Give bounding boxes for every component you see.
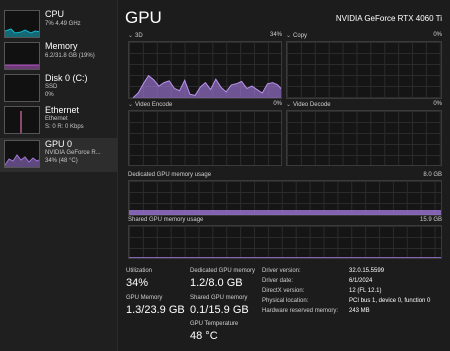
sidebar-item-detail: S: 0 R: 0 Kbps [45,124,84,130]
gpu-memory-label: GPU Memory [126,295,163,301]
sidebar-item-label: GPU 0 [45,139,73,149]
graph-label-shared: Shared GPU memory usage [128,217,204,223]
graph-label-decode[interactable]: ⌄ Video Decode [286,101,331,108]
chevron-down-icon[interactable]: ⌄ [286,102,291,108]
graph-decode-plot [287,111,442,166]
dedicated-memory-value: 1.2/8.0 GB [190,277,243,289]
graph-value-3d: 34% [269,32,282,38]
driver-version-label: Driver version: [262,268,301,274]
memory-thumbnail-graph [4,42,40,70]
graph-value-copy: 0% [433,32,442,38]
cpu-thumbnail-graph [4,10,40,38]
gpu-thumbnail-graph [4,140,40,168]
physical-location-value: PCI bus 1, device 0, function 0 [349,298,431,304]
graph-shared-memory [128,225,442,259]
dedicated-memory-label: Dedicated GPU memory [190,268,256,274]
chevron-down-icon[interactable]: ⌄ [286,33,291,39]
directx-version-label: DirectX version: [262,288,305,294]
graph-encode-plot [129,111,282,166]
reserved-memory-label: Hardware reserved memory: [262,308,339,314]
graph-3d [128,41,282,99]
sidebar: CPU 7% 4.49 GHz Memory 6.2/31.8 GB (19%)… [0,0,118,351]
device-name: NVIDIA GeForce RTX 4060 Ti [335,14,442,23]
graph-3d-plot [132,74,281,98]
shared-memory-fill [129,256,441,258]
driver-date-label: Driver date: [262,278,294,284]
graph-copy-plot [287,42,442,99]
sidebar-item-label: Ethernet [45,105,80,115]
sidebar-item-label: Memory [45,41,78,51]
sidebar-item-detail: 0% [45,92,54,98]
sidebar-item-detail: NVIDIA GeForce R... [45,150,101,156]
shared-memory-label: Shared GPU memory [190,295,248,301]
sidebar-item-cpu[interactable]: CPU 7% 4.49 GHz [0,8,118,42]
graph-value-encode: 0% [273,101,282,107]
sidebar-item-label: CPU [45,9,65,19]
ethernet-thumbnail-graph [4,106,40,134]
chevron-down-icon[interactable]: ⌄ [128,102,133,108]
sidebar-item-detail: 7% 4.49 GHz [45,21,81,27]
graph-value-shared: 15.9 GB [419,217,442,223]
physical-location-label: Physical location: [262,298,309,304]
graph-dedicated-memory [128,180,442,216]
sidebar-item-label: Disk 0 (C:) [45,73,88,83]
graph-label-3d[interactable]: ⌄ 3D [128,32,143,39]
sidebar-item-detail: Ethernet [45,116,68,122]
sidebar-item-gpu[interactable]: GPU 0 NVIDIA GeForce R... 34% (48 °C) [0,138,118,172]
driver-date-value: 6/1/2024 [349,278,373,284]
graph-label-copy[interactable]: ⌄ Copy [286,32,307,39]
graph-value-decode: 0% [433,101,442,107]
gpu-temperature-label: GPU Temperature [190,321,239,327]
graph-copy [286,41,442,99]
sidebar-item-ethernet[interactable]: Ethernet Ethernet S: 0 R: 0 Kbps [0,104,118,138]
graph-3d-area [133,75,281,98]
sidebar-item-detail: SSD [45,84,58,90]
sidebar-item-detail: 6.2/31.8 GB (19%) [45,53,95,59]
utilization-label: Utilization [126,268,153,274]
driver-version-value: 32.0.15.5599 [349,268,385,274]
sidebar-item-detail: 34% (48 °C) [45,158,78,164]
page-title: GPU [125,8,162,27]
dedicated-memory-fill [129,209,441,215]
gpu-memory-value: 1.3/23.9 GB [126,304,185,316]
gpu-temperature-value: 48 °C [190,330,218,342]
shared-memory-value: 0.1/15.9 GB [190,304,249,316]
sidebar-item-disk[interactable]: Disk 0 (C:) SSD 0% [0,72,118,106]
chevron-down-icon[interactable]: ⌄ [128,33,133,39]
directx-version-value: 12 (FL 12.1) [349,288,382,294]
graph-value-dedicated: 8.0 GB [423,172,442,178]
reserved-memory-value: 243 MB [349,308,370,314]
sidebar-item-memory[interactable]: Memory 6.2/31.8 GB (19%) [0,40,118,74]
graph-label-encode[interactable]: ⌄ Video Encode [128,101,172,108]
disk-thumbnail-graph [4,74,40,102]
utilization-value: 34% [126,277,149,289]
graph-video-encode [128,110,282,166]
graph-label-dedicated: Dedicated GPU memory usage [128,172,212,178]
graph-video-decode [286,110,442,166]
